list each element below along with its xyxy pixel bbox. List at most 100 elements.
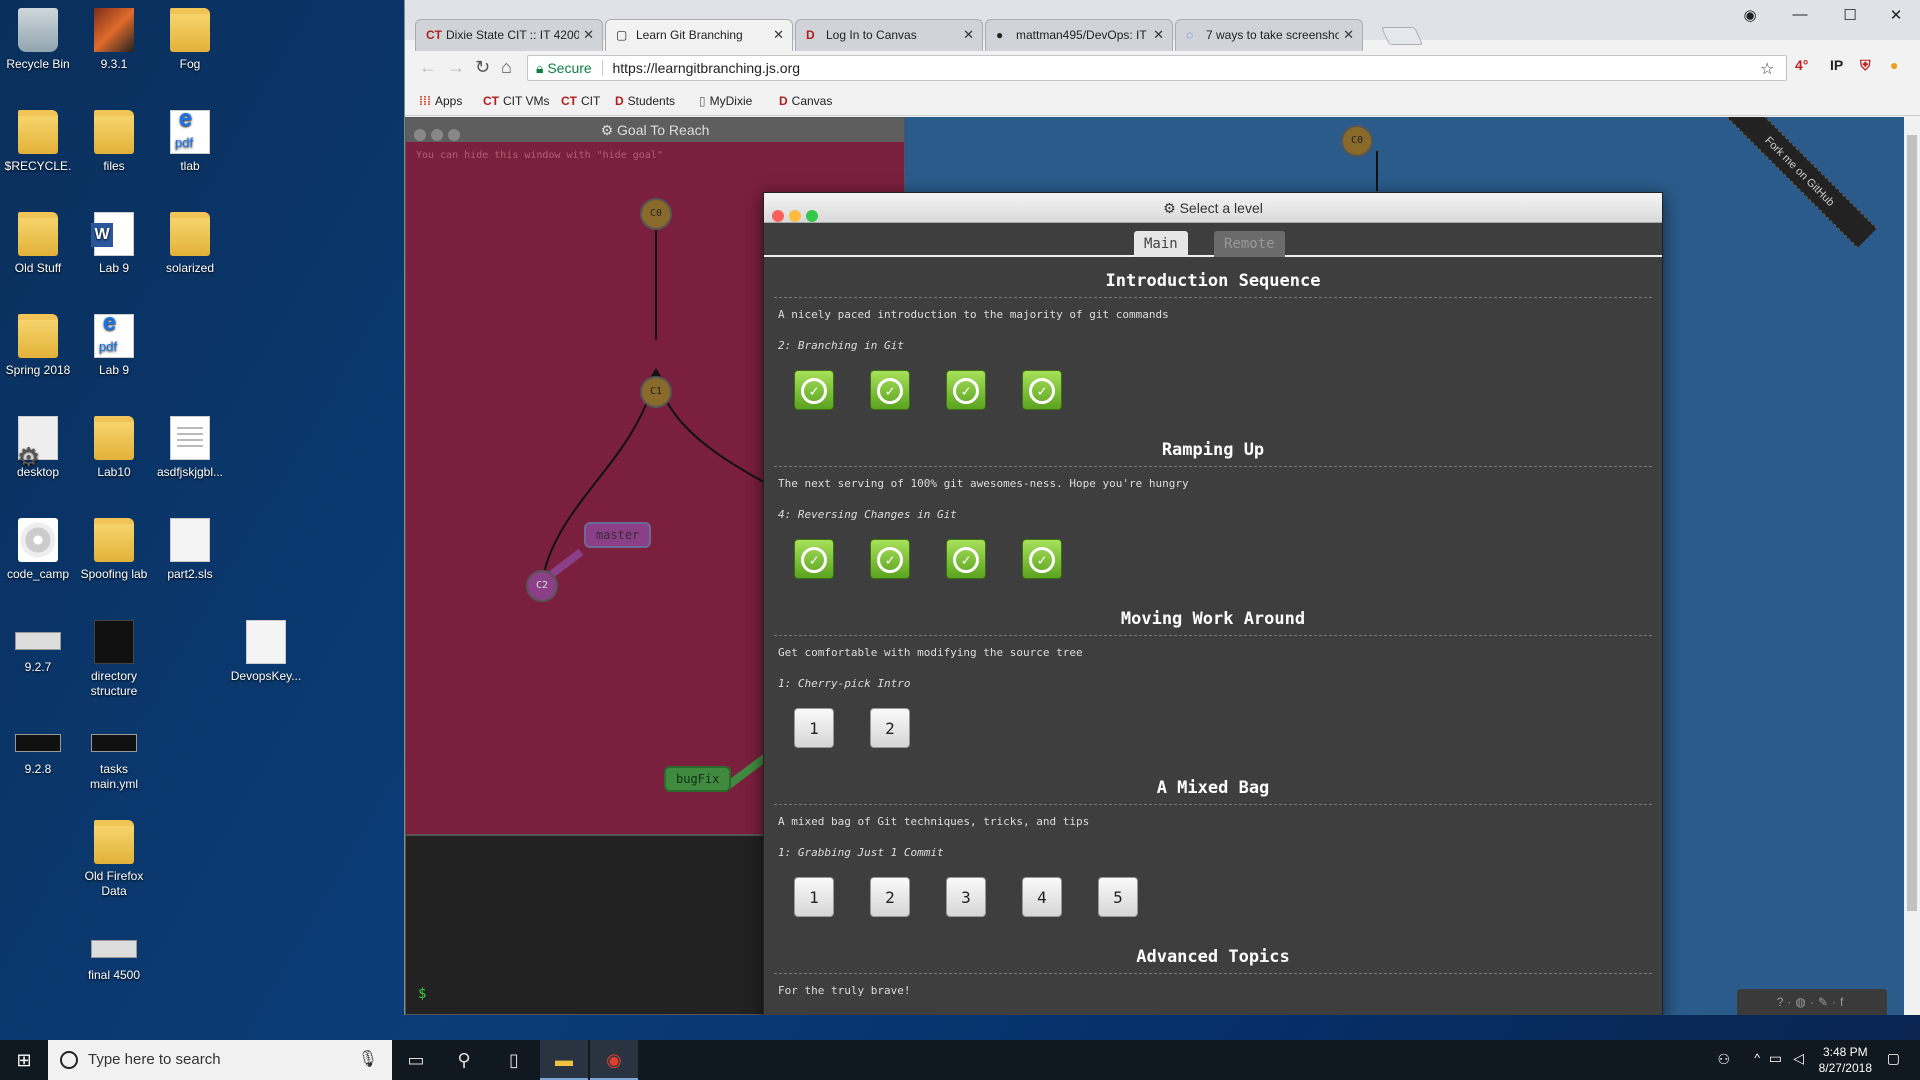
extension-ip[interactable]: IP [1830, 57, 1843, 73]
minimize-dot[interactable] [431, 129, 443, 141]
desktop-icon-asdf[interactable]: asdfjskjgbl... [152, 416, 228, 480]
desktop-icon-recycle-bin[interactable]: Recycle Bin [0, 8, 76, 72]
microphone-icon[interactable]: 🎙︎ [358, 1049, 378, 1069]
level-button[interactable]: ✓ [870, 370, 910, 410]
close-icon[interactable]: ✕ [1149, 27, 1164, 43]
level-button[interactable]: ✓ [1022, 370, 1062, 410]
tab-main[interactable]: Main [1134, 231, 1188, 257]
level-button[interactable]: 3 [946, 877, 986, 917]
desktop-icon-fog[interactable]: Fog [152, 8, 228, 72]
desktop-icon-part2[interactable]: part2.sls [152, 518, 228, 582]
notifications-icon[interactable]: ▢ [1887, 1050, 1900, 1067]
level-button[interactable]: 4 [1022, 877, 1062, 917]
level-select-titlebar[interactable]: ⚙ Select a level [764, 193, 1662, 223]
twitter-icon[interactable]: ✎ [1818, 995, 1832, 1009]
desktop-icon-9-2-8[interactable]: 9.2.8 [0, 722, 76, 777]
home-button[interactable]: ⌂ [501, 57, 512, 78]
level-button[interactable]: ✓ [1022, 539, 1062, 579]
close-window-button[interactable]: ✕ [1876, 6, 1916, 24]
level-button[interactable]: ✓ [870, 539, 910, 579]
taskbar-search[interactable]: Type here to search 🎙︎ [48, 1040, 392, 1080]
minimize-button[interactable]: — [1780, 6, 1820, 23]
task-view-icon[interactable]: ▭ [392, 1040, 440, 1080]
desktop-icon-9-3-1[interactable]: 9.3.1 [76, 8, 152, 72]
desktop-icon-recycle-folder[interactable]: $RECYCLE. [0, 110, 76, 174]
zoom-dot[interactable] [806, 210, 818, 222]
alert-icon[interactable]: ● [1890, 57, 1898, 73]
level-button[interactable]: 5 [1098, 877, 1138, 917]
desktop-icon-old-stuff[interactable]: Old Stuff [0, 212, 76, 276]
desktop-icon-lab10[interactable]: Lab10 [76, 416, 152, 480]
desktop-icon-old-firefox[interactable]: Old Firefox Data [76, 820, 152, 899]
desktop-icon-tlab[interactable]: tlab [152, 110, 228, 174]
tab-canvas-login[interactable]: D Log In to Canvas ✕ [795, 19, 983, 51]
bookmark-apps[interactable]: ⁞⁞⁞ Apps [419, 94, 462, 108]
reload-button[interactable]: ↻ [475, 57, 490, 78]
desktop-icon-final-4500[interactable]: final 4500 [76, 928, 152, 983]
desktop-icon-devopskey[interactable]: DevopsKey... [228, 620, 304, 684]
desktop-icon-files[interactable]: files [76, 110, 152, 174]
level-button[interactable]: ✓ [794, 539, 834, 579]
level-button[interactable]: ✓ [946, 370, 986, 410]
level-button[interactable]: 1 [794, 708, 834, 748]
desktop-icon-lab9-pdf[interactable]: Lab 9 [76, 314, 152, 378]
tab-github[interactable]: ● mattman495/DevOps: IT ✕ [985, 19, 1173, 51]
minimize-dot[interactable] [789, 210, 801, 222]
close-dot[interactable] [772, 210, 784, 222]
network-app-icon[interactable]: ⚲ [440, 1040, 488, 1080]
desktop-icon-tasks-main[interactable]: tasks main.yml [76, 722, 152, 792]
level-button[interactable]: 2 [870, 708, 910, 748]
address-bar[interactable]: 🔒︎ Secure https://learngitbranching.js.o… [527, 55, 1787, 81]
globe-icon[interactable]: ◍ [1795, 995, 1809, 1009]
file-explorer-icon[interactable]: ▬ [540, 1040, 588, 1080]
tab-screenshots[interactable]: ◌ 7 ways to take screensho ✕ [1175, 19, 1363, 51]
bookmark-students[interactable]: D Students [615, 94, 675, 108]
zoom-dot[interactable] [448, 129, 460, 141]
desktop-icon-desktop[interactable]: desktop [0, 416, 76, 480]
close-icon[interactable]: ✕ [959, 27, 974, 43]
new-tab-button[interactable] [1380, 27, 1424, 45]
notepad-icon[interactable]: ▯ [490, 1040, 538, 1080]
tab-learn-git[interactable]: ▢ Learn Git Branching ✕ [605, 19, 793, 51]
maximize-button[interactable]: ☐ [1830, 6, 1870, 24]
page-scrollbar[interactable] [1904, 117, 1920, 1015]
desktop-icon-directory-structure[interactable]: directory structure [76, 620, 152, 699]
extension-weather[interactable]: 4° [1795, 57, 1808, 73]
back-button[interactable]: ← [419, 57, 437, 78]
network-icon[interactable]: ▭ [1769, 1050, 1782, 1067]
chrome-icon[interactable]: ◉ [590, 1040, 638, 1080]
bookmark-cit-vms[interactable]: CT CIT VMs [483, 94, 549, 108]
bookmark-mydixie[interactable]: ▯ MyDixie [699, 94, 752, 108]
desktop-icon-9-2-7[interactable]: 9.2.7 [0, 620, 76, 675]
goal-window-titlebar[interactable]: ⚙ Goal To Reach [406, 118, 904, 142]
scrollbar-thumb[interactable] [1907, 135, 1917, 911]
desktop-icon-lab9-doc[interactable]: Lab 9 [76, 212, 152, 276]
bookmark-canvas[interactable]: D Canvas [779, 94, 832, 108]
desktop-icon-solarized[interactable]: solarized [152, 212, 228, 276]
close-icon[interactable]: ✕ [579, 27, 594, 43]
bookmark-star-icon[interactable]: ☆ [1760, 59, 1774, 79]
profile-icon[interactable]: ◉ [1730, 6, 1770, 24]
level-button[interactable]: ✓ [794, 370, 834, 410]
close-dot[interactable] [414, 129, 426, 141]
tab-dixie-cit[interactable]: CT Dixie State CIT :: IT 4200 ✕ [415, 19, 603, 51]
close-icon[interactable]: ✕ [1339, 27, 1354, 43]
desktop-icon-code-camp[interactable]: code_camp [0, 518, 76, 582]
level-button[interactable]: 2 [870, 877, 910, 917]
chevron-up-icon[interactable]: ^ [1754, 1051, 1760, 1065]
desktop-icon-spring-2018[interactable]: Spring 2018 [0, 314, 76, 378]
forward-button[interactable]: → [447, 57, 465, 78]
facebook-icon[interactable]: f [1840, 995, 1847, 1009]
bookmark-cit[interactable]: CT CIT [561, 94, 600, 108]
people-icon[interactable]: ⚇ [1717, 1051, 1730, 1068]
help-icon[interactable]: ? [1777, 995, 1788, 1009]
desktop-icon-spoofing-lab[interactable]: Spoofing lab [76, 518, 152, 582]
taskbar-clock[interactable]: 3:48 PM 8/27/2018 [1819, 1044, 1872, 1076]
windows-start-icon[interactable]: ⊞ [0, 1040, 48, 1080]
tab-remote[interactable]: Remote [1214, 231, 1285, 257]
fork-github-ribbon[interactable]: Fork me on GitHub [1722, 117, 1878, 249]
volume-icon[interactable]: ◁ [1793, 1050, 1804, 1067]
level-button[interactable]: 1 [794, 877, 834, 917]
level-button[interactable]: ✓ [946, 539, 986, 579]
close-icon[interactable]: ✕ [769, 27, 784, 43]
